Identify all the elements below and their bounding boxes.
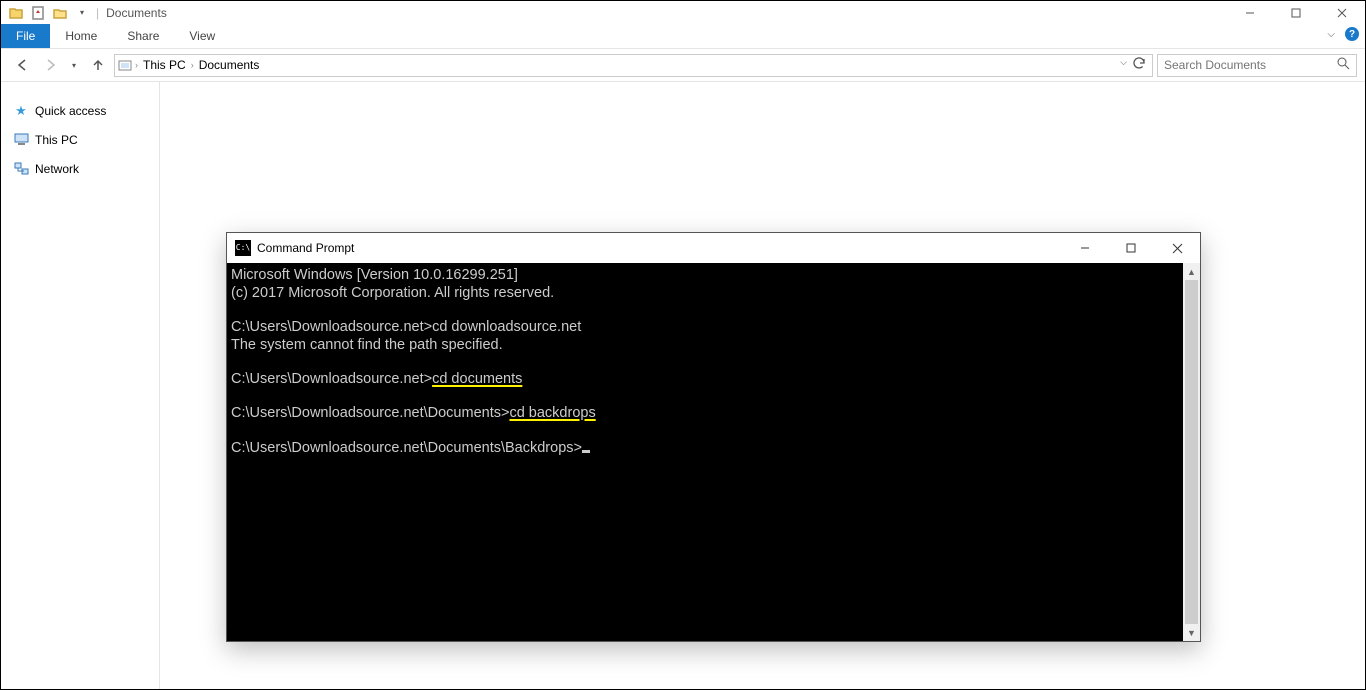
up-button[interactable]: [85, 53, 110, 78]
cmd-icon: C:\: [235, 240, 251, 256]
star-icon: ★: [13, 103, 29, 119]
folder-icon: [5, 2, 27, 24]
label: Quick access: [35, 104, 106, 118]
minimize-button[interactable]: [1227, 1, 1273, 24]
pc-icon: [13, 132, 29, 148]
nav-tree: ★ Quick access This PC Network: [1, 82, 160, 689]
tab-share[interactable]: Share: [112, 24, 174, 48]
label: This PC: [35, 133, 78, 147]
scroll-thumb[interactable]: [1185, 280, 1198, 624]
cmd-line: C:\Users\Downloadsource.net>: [231, 319, 432, 335]
cmd-highlight: cd backdrops: [509, 405, 595, 421]
cmd-line: (c) 2017 Microsoft Corporation. All righ…: [231, 285, 554, 301]
tab-view[interactable]: View: [174, 24, 230, 48]
cmd-minimize-button[interactable]: [1062, 233, 1108, 263]
maximize-button[interactable]: [1273, 1, 1319, 24]
search-icon[interactable]: [1337, 57, 1350, 73]
qat-dropdown[interactable]: ▾: [71, 2, 93, 24]
cmd-terminal[interactable]: Microsoft Windows [Version 10.0.16299.25…: [227, 263, 1183, 641]
cmd-close-button[interactable]: [1154, 233, 1200, 263]
refresh-icon[interactable]: [1133, 57, 1146, 73]
search-input[interactable]: [1164, 58, 1334, 72]
properties-icon[interactable]: [27, 2, 49, 24]
back-button[interactable]: [9, 53, 34, 78]
window-title: Documents: [106, 6, 167, 20]
cmd-title-bar[interactable]: C:\ Command Prompt: [227, 233, 1200, 263]
cmd-line: C:\Users\Downloadsource.net>: [231, 371, 432, 387]
cmd-line: C:\Users\Downloadsource.net\Documents>: [231, 405, 509, 421]
cursor: [582, 450, 590, 453]
cmd-line: Microsoft Windows [Version 10.0.16299.25…: [231, 267, 518, 283]
help-icon[interactable]: ?: [1345, 27, 1359, 41]
address-bar[interactable]: › This PC › Documents ⌵: [114, 54, 1153, 77]
scroll-down-icon[interactable]: ▼: [1183, 624, 1200, 641]
qat: ▾: [5, 2, 93, 24]
nav-bar: ▾ › This PC › Documents ⌵: [1, 49, 1365, 82]
ribbon-expand-icon[interactable]: ⌵: [1327, 29, 1335, 40]
breadcrumb[interactable]: This PC: [140, 58, 189, 72]
scroll-up-icon[interactable]: ▲: [1183, 263, 1200, 280]
label: Network: [35, 162, 79, 176]
ribbon: File Home Share View ⌵ ?: [1, 24, 1365, 49]
cmd-title: Command Prompt: [257, 241, 354, 255]
breadcrumb[interactable]: Documents: [196, 58, 263, 72]
forward-button: [38, 53, 63, 78]
network-header[interactable]: Network: [1, 156, 159, 181]
title-bar: ▾ | Documents: [1, 1, 1365, 24]
quick-access-header[interactable]: ★ Quick access: [1, 98, 159, 123]
cmd-line: cd downloadsource.net: [432, 319, 581, 335]
folder-icon: [117, 57, 133, 73]
tab-home[interactable]: Home: [50, 24, 112, 48]
cmd-line: The system cannot find the path specifie…: [231, 337, 503, 353]
search-box[interactable]: [1157, 54, 1357, 77]
chevron-right-icon[interactable]: ›: [191, 60, 194, 70]
open-icon[interactable]: [49, 2, 71, 24]
network-icon: [13, 161, 29, 177]
recent-dropdown[interactable]: ▾: [67, 53, 81, 78]
address-dropdown-icon[interactable]: ⌵: [1120, 57, 1127, 73]
cmd-scrollbar[interactable]: ▲ ▼: [1183, 263, 1200, 641]
close-button[interactable]: [1319, 1, 1365, 24]
chevron-right-icon[interactable]: ›: [135, 60, 138, 70]
cmd-maximize-button[interactable]: [1108, 233, 1154, 263]
tab-file[interactable]: File: [1, 24, 50, 48]
cmd-window: C:\ Command Prompt Microsoft Windows [Ve…: [226, 232, 1201, 642]
this-pc-header[interactable]: This PC: [1, 127, 159, 152]
cmd-highlight: cd documents: [432, 371, 522, 387]
cmd-line: C:\Users\Downloadsource.net\Documents\Ba…: [231, 440, 582, 456]
